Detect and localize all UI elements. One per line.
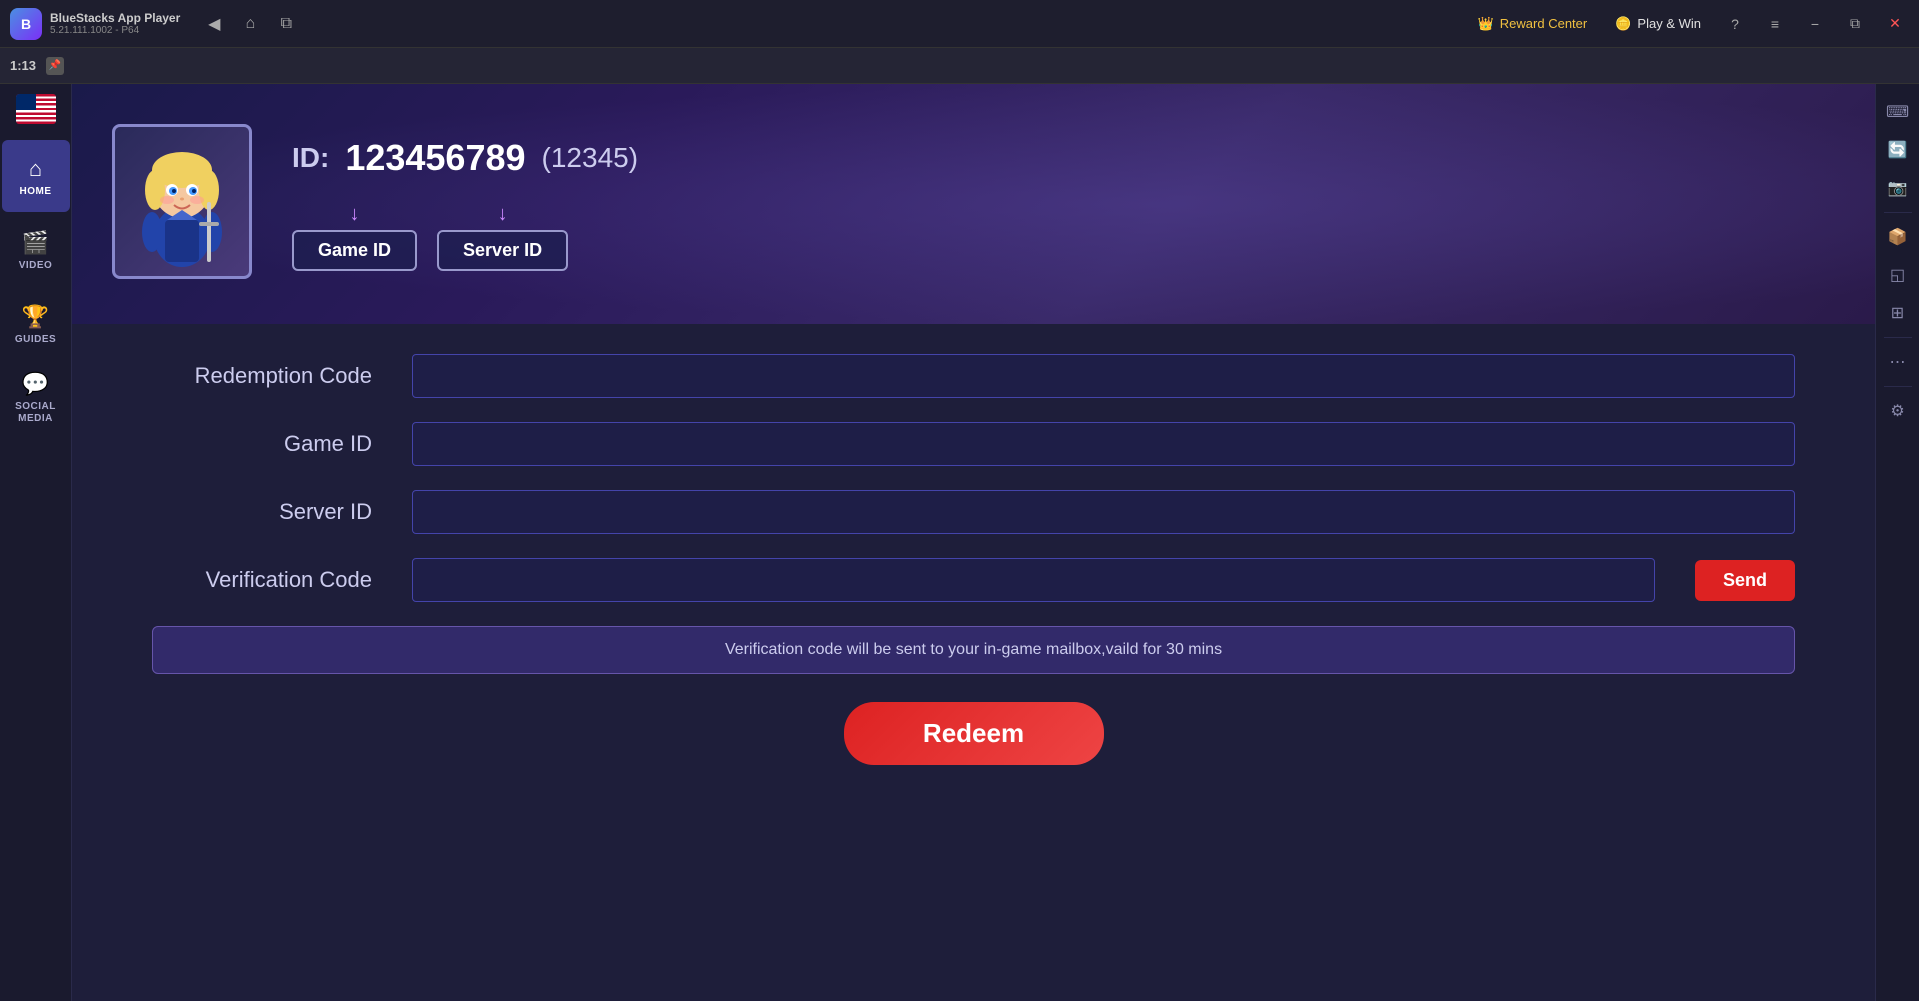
id-buttons: ↓ Game ID ↓ Server ID	[292, 203, 638, 271]
game-id-input[interactable]	[412, 422, 1795, 466]
screenshot-tool-button[interactable]: 📷	[1880, 170, 1916, 206]
right-sidebar: ⌨ 🔄 📷 📦 ◱ ⊞ ⋯ ⚙	[1875, 84, 1919, 1001]
sidebar-guides-label: GUIDES	[15, 334, 56, 345]
server-id-label: Server ID	[152, 499, 372, 525]
language-flag[interactable]	[16, 94, 56, 124]
sidebar-item-social[interactable]: 💬 SOCIAL MEDIA	[2, 362, 70, 434]
right-separator-3	[1884, 386, 1912, 387]
id-section: ID: 123456789 (12345) ↓ Game ID ↓ Server…	[292, 137, 638, 271]
titlebar-right: 👑 Reward Center 🪙 Play & Win ? ≡ − ⧉ ✕	[1470, 10, 1909, 38]
verification-inputs	[412, 558, 1655, 602]
game-id-label: Game ID	[152, 431, 372, 457]
game-id-group: ↓ Game ID	[292, 203, 417, 271]
server-id-row: Server ID	[152, 490, 1795, 534]
verification-code-label: Verification Code	[152, 567, 372, 593]
app-logo: B	[10, 8, 42, 40]
sidebar-video-label: VIDEO	[19, 260, 53, 271]
help-button[interactable]: ?	[1721, 10, 1749, 38]
reward-center-button[interactable]: 👑 Reward Center	[1470, 12, 1596, 36]
sidebar-social-label: SOCIAL MEDIA	[15, 401, 56, 425]
app-version: 5.21.111.1002 - P64	[50, 25, 180, 36]
info-message-box: Verification code will be sent to your i…	[152, 626, 1795, 674]
id-number: 123456789	[345, 137, 525, 179]
keyboard-tool-button[interactable]: ⌨	[1880, 94, 1916, 130]
redeem-button[interactable]: Redeem	[844, 702, 1104, 765]
server-id-arrow: ↓	[498, 203, 508, 226]
redemption-code-row: Redemption Code	[152, 354, 1795, 398]
settings-tool-button[interactable]: ⚙	[1880, 393, 1916, 429]
reward-center-icon: 👑	[1478, 16, 1494, 32]
char-frame	[112, 124, 252, 279]
id-server: (12345)	[542, 142, 639, 174]
reward-center-label: Reward Center	[1500, 16, 1587, 31]
menu-button[interactable]: ≡	[1761, 10, 1789, 38]
verification-row: Verification Code Send	[152, 558, 1795, 602]
redemption-code-input[interactable]	[412, 354, 1795, 398]
back-button[interactable]: ◀	[200, 10, 228, 38]
restore-button[interactable]: ⧉	[1841, 10, 1869, 38]
game-id-row: Game ID	[152, 422, 1795, 466]
copy-button[interactable]: ⧉	[272, 10, 300, 38]
game-id-arrow: ↓	[350, 203, 360, 226]
layout-tool-button[interactable]: ⊞	[1880, 295, 1916, 331]
id-display: ID: 123456789 (12345)	[292, 137, 638, 179]
address-bar: 1:13 📌	[0, 48, 1919, 84]
game-header: ID: 123456789 (12345) ↓ Game ID ↓ Server…	[72, 84, 1875, 324]
redemption-code-label: Redemption Code	[152, 363, 372, 389]
sidebar-item-guides[interactable]: 🏆 GUIDES	[2, 288, 70, 360]
apk-tool-button[interactable]: 📦	[1880, 219, 1916, 255]
resize-tool-button[interactable]: ◱	[1880, 257, 1916, 293]
server-id-input[interactable]	[412, 490, 1795, 534]
nav-buttons: ◀ ⌂ ⧉	[200, 10, 300, 38]
character-display	[112, 124, 252, 284]
server-id-button[interactable]: Server ID	[437, 230, 568, 271]
character-svg	[127, 132, 237, 272]
right-separator-2	[1884, 337, 1912, 338]
play-win-button[interactable]: 🪙 Play & Win	[1607, 12, 1709, 36]
info-message-text: Verification code will be sent to your i…	[725, 641, 1222, 658]
video-icon: 🎬	[22, 230, 49, 256]
sidebar-item-video[interactable]: 🎬 VIDEO	[2, 214, 70, 286]
social-icon: 💬	[22, 371, 49, 397]
server-id-group: ↓ Server ID	[437, 203, 568, 271]
game-id-button[interactable]: Game ID	[292, 230, 417, 271]
more-tool-button[interactable]: ⋯	[1880, 344, 1916, 380]
sidebar: ⌂ HOME 🎬 VIDEO 🏆 GUIDES 💬 SOCIAL MEDIA	[0, 84, 72, 1001]
verification-code-input[interactable]	[412, 558, 1655, 602]
play-win-label: Play & Win	[1637, 16, 1701, 31]
rotate-tool-button[interactable]: 🔄	[1880, 132, 1916, 168]
minimize-button[interactable]: −	[1801, 10, 1829, 38]
id-label: ID:	[292, 142, 329, 174]
titlebar: B BlueStacks App Player 5.21.111.1002 - …	[0, 0, 1919, 48]
guides-icon: 🏆	[22, 304, 49, 330]
home-button[interactable]: ⌂	[236, 10, 264, 38]
home-icon: ⌂	[29, 156, 42, 182]
pin-icon: 📌	[46, 57, 64, 75]
play-win-icon: 🪙	[1615, 16, 1631, 32]
content-area: ID: 123456789 (12345) ↓ Game ID ↓ Server…	[72, 84, 1875, 1001]
time-display: 1:13	[10, 58, 36, 73]
close-button[interactable]: ✕	[1881, 10, 1909, 38]
form-section: Redemption Code Game ID Server ID Verifi…	[72, 324, 1875, 1001]
sidebar-home-label: HOME	[20, 186, 52, 197]
app-info: BlueStacks App Player 5.21.111.1002 - P6…	[50, 11, 180, 36]
right-separator-1	[1884, 212, 1912, 213]
send-button[interactable]: Send	[1695, 560, 1795, 601]
app-name: BlueStacks App Player	[50, 11, 180, 25]
sidebar-item-home[interactable]: ⌂ HOME	[2, 140, 70, 212]
main-layout: ⌂ HOME 🎬 VIDEO 🏆 GUIDES 💬 SOCIAL MEDIA	[0, 84, 1919, 1001]
